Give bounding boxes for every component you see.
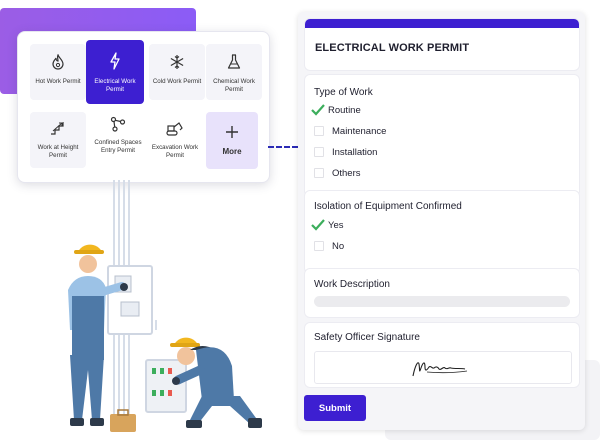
work-description-input[interactable] xyxy=(314,296,570,307)
submit-button[interactable]: Submit xyxy=(304,395,366,421)
form-header-accent xyxy=(305,19,579,28)
section-title: Isolation of Equipment Confirmed xyxy=(314,201,462,212)
checkmark-icon xyxy=(311,104,327,116)
option-label: Routine xyxy=(328,104,361,116)
plus-icon xyxy=(226,126,238,138)
permit-tile-label: Cold Work Permit xyxy=(152,78,202,85)
excavator-icon xyxy=(166,122,183,136)
permit-tile-electrical-work[interactable]: Electrical Work Permit xyxy=(86,40,144,104)
checkmark-icon xyxy=(311,219,327,231)
section-title: Type of Work xyxy=(314,87,373,98)
work-description-section: Work Description xyxy=(304,268,580,318)
permit-tile-label: Hot Work Permit xyxy=(35,78,81,85)
flame-icon xyxy=(52,54,64,70)
option-label: Others xyxy=(332,167,361,179)
snowflake-icon xyxy=(170,55,184,69)
option-label: Maintenance xyxy=(332,125,387,137)
checkbox[interactable] xyxy=(314,241,324,251)
signature-image xyxy=(412,362,468,377)
option-maintenance[interactable]: Maintenance xyxy=(314,124,386,138)
option-label: Installation xyxy=(332,146,378,158)
permit-tile-chemical-work[interactable]: Chemical Work Permit xyxy=(206,44,262,100)
permit-tile-label: Chemical Work Permit xyxy=(213,78,255,93)
option-others[interactable]: Others xyxy=(314,166,361,180)
stairs-icon xyxy=(51,122,64,135)
flask-icon xyxy=(227,54,241,69)
checkbox[interactable] xyxy=(314,168,324,178)
connector-line xyxy=(268,146,298,148)
nodes-icon xyxy=(110,116,126,132)
option-label: Yes xyxy=(328,219,344,231)
option-routine[interactable]: Routine xyxy=(311,103,361,117)
form-title: ELECTRICAL WORK PERMIT xyxy=(315,42,470,54)
type-of-work-section: Type of Work Routine Maintenance Install… xyxy=(304,74,580,197)
lightning-icon xyxy=(110,52,120,70)
section-title: Safety Officer Signature xyxy=(314,332,420,343)
option-label: No xyxy=(332,240,345,252)
section-title: Work Description xyxy=(314,279,390,290)
option-no[interactable]: No xyxy=(314,239,344,253)
option-installation[interactable]: Installation xyxy=(314,145,377,159)
signature-section: Safety Officer Signature xyxy=(304,322,580,388)
electricians-illustration xyxy=(68,180,262,432)
permit-tile-label: Electrical Work Permit xyxy=(94,78,136,93)
isolation-section: Isolation of Equipment Confirmed Yes No xyxy=(304,190,580,274)
permit-tile-cold-work[interactable]: Cold Work Permit xyxy=(149,44,205,100)
permit-form: ELECTRICAL WORK PERMIT Type of Work Rout… xyxy=(298,12,585,430)
permit-tile-hot-work[interactable]: Hot Work Permit xyxy=(30,44,86,100)
option-yes[interactable]: Yes xyxy=(311,218,344,232)
checkbox[interactable] xyxy=(314,147,324,157)
checkbox[interactable] xyxy=(314,126,324,136)
form-header: ELECTRICAL WORK PERMIT xyxy=(304,18,580,71)
signature-field[interactable] xyxy=(314,351,572,384)
